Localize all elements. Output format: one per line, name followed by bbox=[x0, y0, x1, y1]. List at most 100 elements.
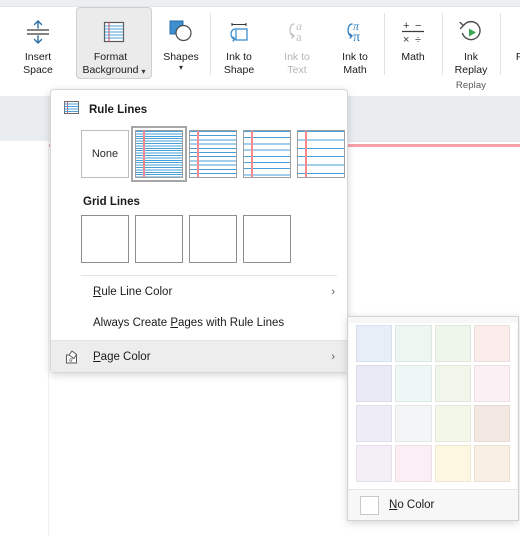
chevron-down-icon[interactable]: ▾ bbox=[142, 68, 146, 76]
ribbon-group-mode: Full Page View Mode bbox=[500, 7, 520, 96]
page-left-margin bbox=[0, 141, 49, 536]
ink-to-shape-label: Ink to Shape bbox=[223, 51, 255, 76]
always-create-pages-accesskey: P bbox=[170, 316, 179, 329]
ribbon-group-replay-label: Replay bbox=[455, 80, 487, 91]
rule-lines-header: Rule Lines bbox=[51, 90, 347, 123]
rule-lines-standard-margin bbox=[251, 131, 253, 177]
full-page-view-button[interactable]: Full Page View bbox=[500, 7, 520, 79]
always-create-pages-label-pre: Always Create bbox=[93, 316, 171, 329]
svg-text:÷: ÷ bbox=[415, 34, 421, 46]
page-color-swatch-grid bbox=[349, 323, 517, 489]
math-icon: + − × ÷ bbox=[398, 15, 428, 49]
svg-text:−: − bbox=[415, 20, 421, 32]
no-color-label: No Color bbox=[389, 499, 434, 511]
grid-lines-large-thumb[interactable] bbox=[189, 215, 237, 263]
format-background-button[interactable]: Format Background ▾ bbox=[76, 7, 152, 79]
grid-lines-small-thumb[interactable] bbox=[81, 215, 129, 263]
page-color-chevron-right-icon: › bbox=[331, 350, 335, 363]
grid-lines-medium-thumb[interactable] bbox=[135, 215, 183, 263]
always-create-pages-label-rest: ages with Rule Lines bbox=[178, 316, 285, 329]
page-color-label: Page Color bbox=[93, 351, 331, 363]
swatch-cyan-pale[interactable] bbox=[395, 365, 432, 402]
swatch-peach[interactable] bbox=[473, 445, 510, 482]
math-button[interactable]: + − × ÷ Math bbox=[384, 7, 442, 79]
swatch-rose-light[interactable] bbox=[473, 325, 510, 362]
rule-lines-college-margin bbox=[197, 131, 199, 177]
rule-line-color-label: Rule Line Color bbox=[93, 286, 331, 298]
page-color-label-rest: age Color bbox=[100, 350, 151, 363]
insert-space-icon bbox=[23, 15, 53, 49]
always-create-pages-item[interactable]: Always Create Pages with Rule Lines bbox=[51, 307, 347, 338]
page-color-flyout: No Color bbox=[347, 316, 519, 521]
rule-lines-wide-margin bbox=[305, 131, 307, 177]
insert-space-label: Insert Space bbox=[23, 51, 53, 76]
ink-to-math-button[interactable]: π π Ink to Math bbox=[326, 7, 384, 79]
ink-replay-button[interactable]: Ink Replay bbox=[442, 7, 500, 79]
ink-replay-label: Ink Replay bbox=[454, 51, 488, 76]
rule-line-color-chevron-right-icon: › bbox=[331, 285, 335, 298]
format-background-icon bbox=[100, 15, 128, 49]
ink-to-shape-button[interactable]: Ink to Shape bbox=[210, 7, 268, 79]
grid-lines-thumbnails bbox=[51, 208, 347, 273]
no-color-label-rest: o Color bbox=[397, 499, 435, 511]
insert-space-button[interactable]: Insert Space bbox=[0, 7, 76, 79]
swatch-violet-pale[interactable] bbox=[356, 445, 393, 482]
rule-lines-narrow-thumb[interactable] bbox=[131, 126, 187, 182]
svg-text:a: a bbox=[69, 355, 73, 363]
shapes-icon bbox=[166, 15, 196, 49]
format-background-menu: Rule Lines None Grid Lines Rule Line Col… bbox=[50, 89, 348, 373]
shapes-button[interactable]: Shapes ▾ bbox=[152, 7, 210, 79]
rule-lines-wide-thumb[interactable] bbox=[297, 130, 345, 178]
shapes-chevron-down-icon[interactable]: ▾ bbox=[179, 63, 183, 72]
svg-text:a: a bbox=[296, 29, 302, 44]
swatch-cream[interactable] bbox=[434, 445, 471, 482]
swatch-periwinkle[interactable] bbox=[356, 365, 393, 402]
rule-lines-standard-thumb[interactable] bbox=[243, 130, 291, 178]
rule-lines-thumbnails: None bbox=[51, 123, 347, 188]
rule-lines-none-thumb[interactable]: None bbox=[81, 130, 129, 178]
rule-lines-narrow-margin bbox=[143, 131, 145, 177]
rule-line-color-item[interactable]: Rule Line Color › bbox=[51, 276, 347, 307]
full-page-view-label: Full Page View bbox=[515, 51, 520, 63]
swatch-tan[interactable] bbox=[473, 405, 510, 442]
math-label: Math bbox=[401, 51, 425, 63]
swatch-green-pale[interactable] bbox=[434, 365, 471, 402]
ribbon-group-insert: Insert Space Format Background ▾ Shapes … bbox=[0, 7, 210, 96]
swatch-pink[interactable] bbox=[395, 445, 432, 482]
ink-to-math-label: Ink to Math bbox=[342, 51, 368, 76]
format-background-label: Format Background bbox=[82, 51, 139, 76]
swatch-pink-pale[interactable] bbox=[473, 365, 510, 402]
swatch-lavender[interactable] bbox=[356, 405, 393, 442]
no-color-item[interactable]: No Color bbox=[348, 489, 518, 520]
ink-to-text-button[interactable]: a a Ink to Text bbox=[268, 7, 326, 79]
rule-lines-none-label: None bbox=[91, 148, 119, 160]
grid-lines-xlarge-thumb[interactable] bbox=[243, 215, 291, 263]
swatch-lime-pale[interactable] bbox=[434, 405, 471, 442]
shapes-label: Shapes bbox=[163, 51, 199, 63]
always-create-pages-label: Always Create Pages with Rule Lines bbox=[93, 317, 337, 329]
ribbon-group-math: + − × ÷ Math bbox=[384, 7, 442, 96]
swatch-mint-light[interactable] bbox=[395, 325, 432, 362]
ink-to-shape-icon bbox=[224, 15, 254, 49]
rule-line-color-label-rest: ule Line Color bbox=[101, 285, 173, 298]
page-color-accesskey: P bbox=[93, 350, 101, 363]
ribbon-toolbar: Insert Space Format Background ▾ Shapes … bbox=[0, 7, 520, 97]
grid-lines-title: Grid Lines bbox=[83, 196, 140, 208]
rule-lines-title: Rule Lines bbox=[89, 104, 148, 116]
ribbon-group-replay: Ink Replay Replay bbox=[442, 7, 500, 96]
svg-text:+: + bbox=[403, 20, 409, 32]
page-color-item[interactable]: a Page Color › bbox=[51, 341, 347, 372]
swatch-grey-pale[interactable] bbox=[395, 405, 432, 442]
swatch-green-light[interactable] bbox=[434, 325, 471, 362]
swatch-blue-light[interactable] bbox=[356, 325, 393, 362]
ink-replay-icon bbox=[456, 15, 486, 49]
page-color-icon: a bbox=[63, 349, 83, 365]
rule-lines-icon bbox=[63, 99, 80, 121]
ink-to-text-label: Ink to Text bbox=[284, 51, 310, 76]
ribbon-group-mode-label: Mode bbox=[500, 80, 520, 91]
ink-to-math-icon: π π bbox=[340, 15, 370, 49]
onenote-window: Insert Space Format Background ▾ Shapes … bbox=[0, 0, 520, 536]
rule-lines-college-thumb[interactable] bbox=[189, 130, 237, 178]
svg-text:π: π bbox=[353, 30, 360, 45]
ribbon-group-convert: Ink to Shape a a Ink to Text π π Ink to … bbox=[210, 7, 384, 96]
